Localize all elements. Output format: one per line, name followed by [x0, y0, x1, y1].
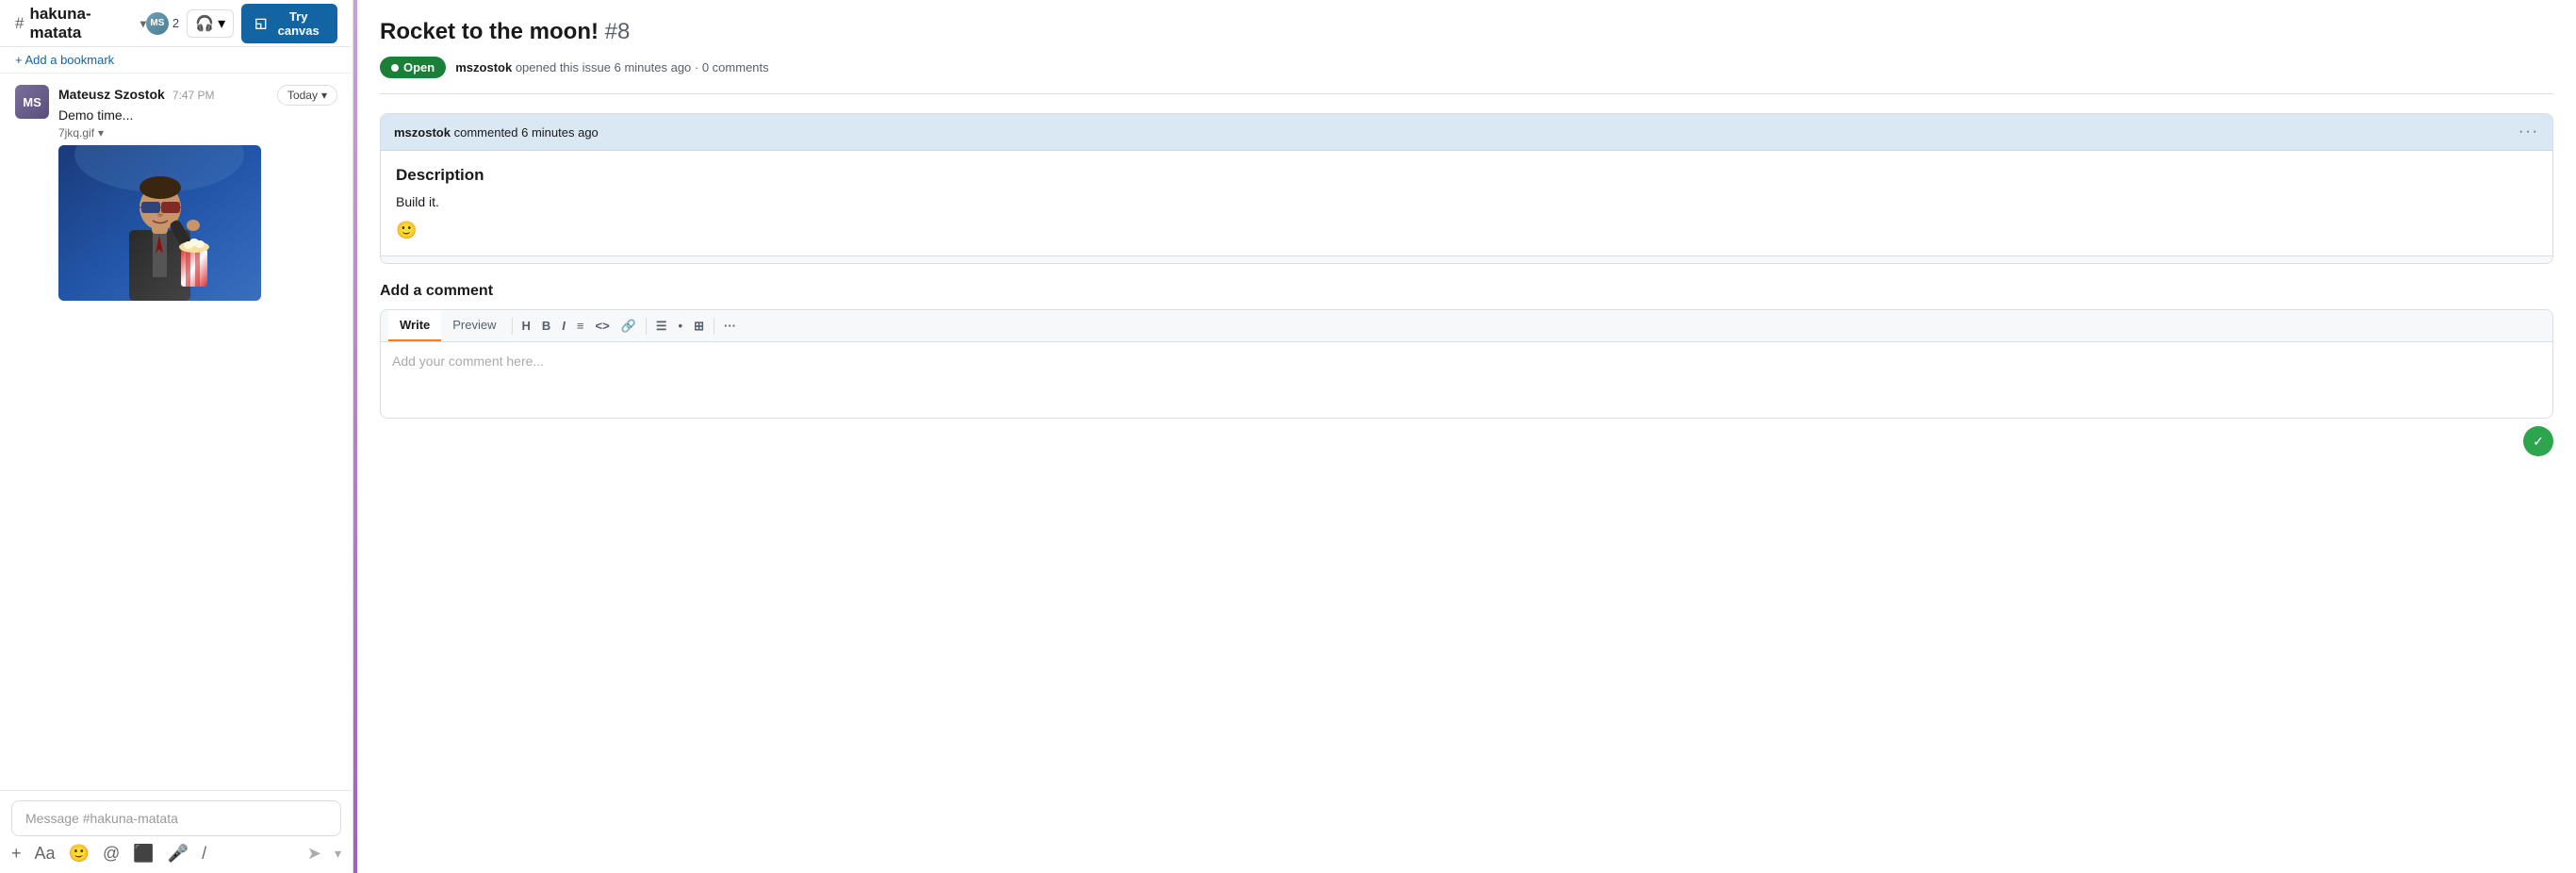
gif-filename: 7jkq.gif: [58, 126, 94, 140]
message-input[interactable]: Message #hakuna-matata: [11, 800, 341, 836]
canvas-icon: ◱: [254, 15, 267, 31]
write-tab[interactable]: Write: [388, 310, 441, 341]
task-list-button[interactable]: ⊞: [688, 315, 710, 338]
comment-placeholder: Add your comment here...: [392, 354, 544, 369]
status-text: Open: [403, 60, 435, 74]
mention-icon[interactable]: @: [103, 844, 120, 864]
comment-author-text: mszostok commented 6 minutes ago: [394, 125, 599, 140]
gif-label[interactable]: 7jkq.gif ▾: [58, 126, 337, 140]
headphone-icon: 🎧: [195, 14, 214, 33]
tool-divider: [646, 318, 647, 335]
message-meta: Mateusz Szostok 7:47 PM Today ▾: [58, 85, 337, 106]
expand-button[interactable]: ▾: [335, 846, 341, 862]
header-actions: MS 2 🎧 ▾ ◱ Try canvas: [146, 4, 337, 43]
chevron-icon: ▾: [218, 14, 225, 33]
link-button[interactable]: 🔗: [615, 315, 642, 338]
issue-panel: Rocket to the moon! #8 Open mszostok ope…: [357, 0, 2576, 873]
editor-tabs: Write Preview H B I ≡ <> 🔗 ☰ • ⊞ ···: [381, 310, 2552, 342]
preview-tab[interactable]: Preview: [441, 310, 507, 341]
chat-messages: MS Mateusz Szostok 7:47 PM Today ▾ Demo …: [0, 74, 353, 790]
comment-more-button[interactable]: ···: [2519, 124, 2539, 140]
issue-author: mszostok: [455, 60, 512, 74]
comment-action: commented 6 minutes ago: [454, 125, 599, 140]
comment-body-text: Build it.: [396, 194, 2537, 209]
bullet-list-button[interactable]: •: [673, 315, 689, 337]
send-button[interactable]: ➤: [307, 844, 321, 864]
ordered-list-button[interactable]: ≡: [571, 315, 590, 337]
issue-number: #8: [605, 19, 631, 44]
chat-panel: # hakuna-matata ▾ MS 2 🎧 ▾ ◱ Try canvas …: [0, 0, 353, 873]
try-canvas-button[interactable]: ◱ Try canvas: [241, 4, 337, 43]
avatar: MS: [15, 85, 49, 119]
comment-section-title: Description: [396, 166, 2537, 185]
code-button[interactable]: <>: [590, 315, 615, 337]
more-tools-button[interactable]: ···: [718, 315, 742, 337]
open-status-badge: Open: [380, 57, 446, 78]
submit-comment-button[interactable]: ✓: [2523, 426, 2553, 456]
comment-footer: [381, 255, 2552, 263]
bottom-bar: ✓: [380, 419, 2553, 456]
gif-image: [58, 145, 261, 301]
issue-title-text: Rocket to the moon!: [380, 19, 599, 44]
comment-header: mszostok commented 6 minutes ago ···: [381, 114, 2552, 151]
try-canvas-label: Try canvas: [272, 9, 324, 38]
emoji-icon[interactable]: 🙂: [69, 844, 90, 864]
message-group: MS Mateusz Szostok 7:47 PM Today ▾ Demo …: [15, 85, 337, 301]
add-comment-section: Add a comment Write Preview H B I ≡ <> 🔗…: [380, 283, 2553, 456]
channel-name-text: hakuna-matata: [29, 5, 134, 42]
bold-button[interactable]: B: [536, 315, 556, 337]
tab-divider: [512, 318, 513, 335]
issue-title: Rocket to the moon! #8: [380, 19, 2553, 45]
comment-body: Description Build it. 🙂: [381, 151, 2552, 255]
issue-meta: Open mszostok opened this issue 6 minute…: [380, 57, 2553, 94]
chat-header: # hakuna-matata ▾ MS 2 🎧 ▾ ◱ Try canvas: [0, 0, 353, 47]
comment-author: mszostok: [394, 125, 451, 140]
issue-meta-detail: opened this issue 6 minutes ago · 0 comm…: [516, 60, 769, 74]
add-bookmark-bar[interactable]: + Add a bookmark: [0, 47, 353, 74]
headphone-button[interactable]: 🎧 ▾: [187, 9, 234, 38]
italic-button[interactable]: I: [556, 315, 571, 337]
gif-svg: [58, 145, 261, 301]
message-author: Mateusz Szostok: [58, 87, 165, 102]
mic-icon[interactable]: 🎤: [168, 844, 189, 864]
comment-textarea[interactable]: Add your comment here...: [381, 342, 2552, 418]
input-placeholder: Message #hakuna-matata: [25, 811, 178, 826]
chevron-down-icon: ▾: [321, 89, 327, 102]
avatar: MS: [146, 12, 169, 35]
heading-button[interactable]: H: [517, 315, 536, 337]
message-text: Demo time...: [58, 107, 337, 123]
chat-toolbar: + Aa 🙂 @ ⬛ 🎤 / ➤ ▾: [11, 844, 341, 864]
plus-icon[interactable]: +: [11, 844, 22, 864]
hash-symbol: #: [15, 14, 24, 33]
channel-name[interactable]: # hakuna-matata ▾: [15, 5, 146, 42]
bookmark-label: + Add a bookmark: [15, 53, 114, 67]
chat-input-area: Message #hakuna-matata + Aa 🙂 @ ⬛ 🎤 / ➤ …: [0, 790, 353, 873]
date-button[interactable]: Today ▾: [277, 85, 337, 106]
comment-editor: Write Preview H B I ≡ <> 🔗 ☰ • ⊞ ··· Add…: [380, 309, 2553, 419]
message-content: Mateusz Szostok 7:47 PM Today ▾ Demo tim…: [58, 85, 337, 301]
message-time: 7:47 PM: [172, 89, 215, 102]
emoji-icon: 🙂: [396, 221, 417, 239]
slash-icon[interactable]: /: [202, 844, 206, 864]
add-comment-title: Add a comment: [380, 283, 2553, 300]
text-format-icon[interactable]: Aa: [35, 844, 56, 864]
comment-box: mszostok commented 6 minutes ago ··· Des…: [380, 113, 2553, 264]
emoji-reaction-button[interactable]: 🙂: [396, 221, 417, 240]
status-dot: [391, 64, 399, 72]
chevron-down-icon: ▾: [98, 126, 104, 140]
avatar-group: MS 2: [146, 12, 179, 35]
issue-meta-text: mszostok opened this issue 6 minutes ago…: [455, 60, 768, 74]
date-label: Today: [287, 89, 318, 102]
video-icon[interactable]: ⬛: [133, 844, 154, 864]
member-count: 2: [172, 16, 179, 30]
unordered-list-button[interactable]: ☰: [650, 315, 673, 338]
